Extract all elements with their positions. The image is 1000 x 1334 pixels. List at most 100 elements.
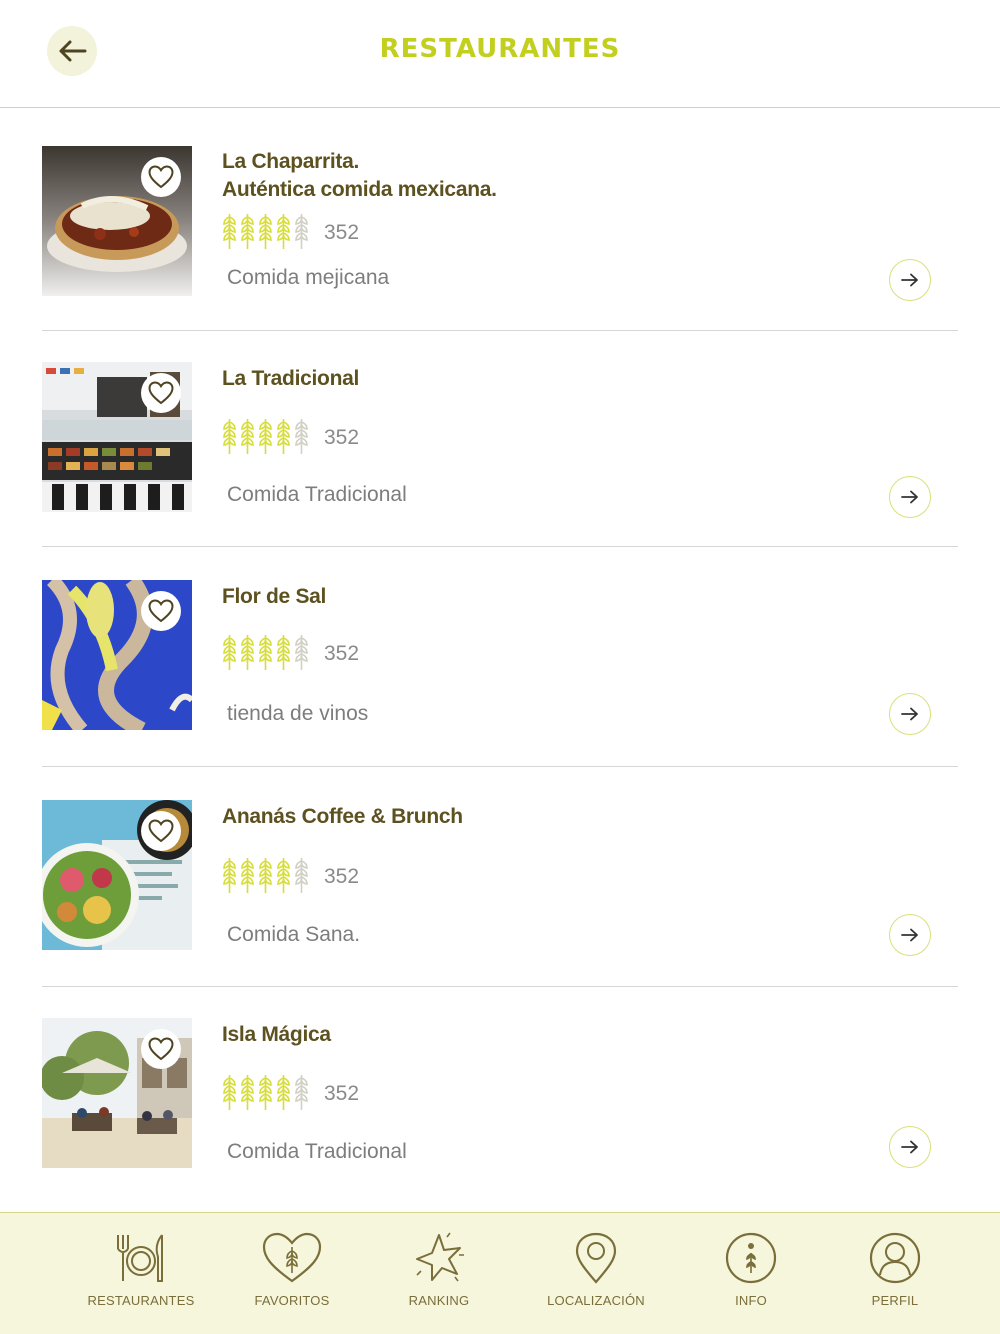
wheat-rating-icons [222, 632, 309, 677]
header: RESTAURANTES [0, 0, 1000, 108]
tab-perfil[interactable]: PERFIL [820, 1231, 970, 1308]
restaurant-name: Isla Mágica [222, 1023, 331, 1046]
wheat-icon [294, 1072, 309, 1117]
favorite-button[interactable] [141, 591, 181, 631]
tab-label: LOCALIZACIÓN [547, 1293, 645, 1308]
favorite-button[interactable] [141, 1029, 181, 1069]
tab-restaurantes[interactable]: RESTAURANTES [66, 1231, 216, 1308]
heart-icon [148, 381, 174, 405]
favorite-button[interactable] [141, 811, 181, 851]
star-icon [416, 1232, 464, 1282]
user-icon [869, 1232, 921, 1284]
wheat-icon [258, 211, 273, 256]
arrow-right-icon [901, 707, 918, 721]
wheat-icon [276, 416, 291, 461]
open-restaurant-button[interactable] [889, 914, 931, 956]
wheat-icon [258, 855, 273, 900]
restaurant-thumbnail [42, 1018, 192, 1168]
wheat-rating-icons [222, 211, 309, 256]
heart-icon [148, 165, 174, 189]
restaurant-name: La Tradicional [222, 367, 360, 390]
tab-label: FAVORITOS [254, 1293, 330, 1308]
heart-icon [148, 1037, 174, 1061]
wheat-rating-icons [222, 855, 309, 900]
wheat-icon [222, 1072, 237, 1117]
wheat-icon [276, 211, 291, 256]
restaurant-category: Comida Tradicional [227, 483, 407, 506]
divider [42, 766, 958, 767]
open-restaurant-button[interactable] [889, 693, 931, 735]
arrow-right-icon [901, 1140, 918, 1154]
wheat-rating-icons [222, 416, 309, 461]
wheat-icon [294, 855, 309, 900]
restaurant-thumbnail [42, 146, 192, 296]
page-title: RESTAURANTES [379, 34, 621, 64]
tab-info[interactable]: INFO [676, 1231, 826, 1308]
wheat-icon [276, 1072, 291, 1117]
arrow-right-icon [901, 928, 918, 942]
wheat-icon [222, 855, 237, 900]
arrow-right-icon [901, 273, 918, 287]
restaurant-name: Flor de Sal [222, 585, 327, 608]
plate-cutlery-icon [117, 1234, 163, 1282]
divider [42, 330, 958, 331]
heart-wheat-icon [262, 1232, 322, 1283]
wheat-icon [294, 211, 309, 256]
wheat-icon [240, 1072, 255, 1117]
wheat-rating: 352 [222, 418, 359, 458]
review-count: 352 [324, 1082, 360, 1105]
tab-label: RANKING [408, 1293, 470, 1308]
bottom-tab-bar: RESTAURANTES FAVORITOS RANKING LOCALIZAC… [0, 1212, 1000, 1334]
open-restaurant-button[interactable] [889, 476, 931, 518]
wheat-rating: 352 [222, 1074, 359, 1114]
favorite-button[interactable] [141, 157, 181, 197]
restaurant-category: Comida Sana. [227, 923, 361, 946]
wheat-icon [294, 416, 309, 461]
wheat-icon [294, 632, 309, 677]
wheat-rating-icons [222, 1072, 309, 1117]
wheat-rating: 352 [222, 857, 359, 897]
open-restaurant-button[interactable] [889, 259, 931, 301]
wheat-icon [276, 632, 291, 677]
review-count: 352 [324, 865, 360, 888]
wheat-icon [258, 1072, 273, 1117]
restaurant-thumbnail [42, 800, 192, 950]
restaurant-card[interactable]: La Tradicional 352 Comida Tradicional [42, 362, 958, 552]
arrow-right-icon [901, 490, 918, 504]
tab-ranking[interactable]: RANKING [364, 1231, 514, 1308]
wheat-rating: 352 [222, 213, 359, 253]
tab-label: RESTAURANTES [87, 1293, 195, 1308]
open-restaurant-button[interactable] [889, 1126, 931, 1168]
wheat-icon [240, 632, 255, 677]
restaurant-thumbnail [42, 580, 192, 730]
restaurant-card[interactable]: Ananás Coffee & Brunch 352 Comida Sana. [42, 800, 958, 990]
tab-favoritos[interactable]: FAVORITOS [217, 1231, 367, 1308]
wheat-rating: 352 [222, 634, 359, 674]
restaurant-card[interactable]: Isla Mágica 352 Comida Tradicional [42, 1018, 958, 1208]
restaurant-card[interactable]: Flor de Sal 352 tienda de vinos [42, 580, 958, 770]
wheat-icon [258, 632, 273, 677]
restaurant-thumbnail [42, 362, 192, 512]
wheat-icon [276, 855, 291, 900]
wheat-icon [240, 211, 255, 256]
restaurant-category: Comida Tradicional [227, 1140, 407, 1163]
info-wheat-icon [725, 1232, 777, 1284]
review-count: 352 [324, 642, 360, 665]
tab-label: PERFIL [871, 1293, 919, 1308]
review-count: 352 [324, 426, 360, 449]
heart-icon [148, 599, 174, 623]
favorite-button[interactable] [141, 373, 181, 413]
wheat-icon [222, 416, 237, 461]
tab-localizacion[interactable]: LOCALIZACIÓN [521, 1231, 671, 1308]
location-pin-icon [575, 1232, 617, 1284]
restaurant-name: La Chaparrita. Auténtica comida mexicana… [222, 150, 497, 201]
heart-icon [148, 819, 174, 843]
restaurant-name: Ananás Coffee & Brunch [222, 805, 463, 828]
tab-label: INFO [735, 1293, 767, 1308]
review-count: 352 [324, 221, 360, 244]
divider [42, 546, 958, 547]
restaurant-card[interactable]: La Chaparrita. Auténtica comida mexicana… [42, 146, 958, 336]
restaurant-category: Comida mejicana [227, 266, 390, 289]
restaurant-category: tienda de vinos [227, 702, 369, 725]
wheat-icon [258, 416, 273, 461]
